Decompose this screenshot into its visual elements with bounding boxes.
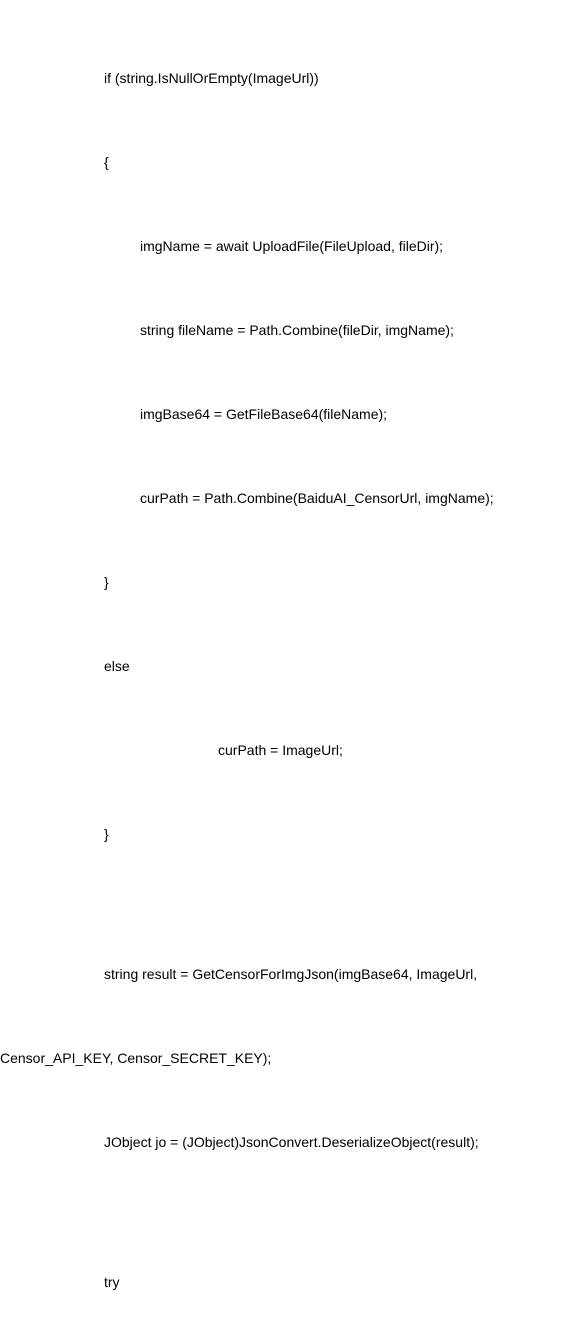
code-line: else	[0, 652, 561, 680]
code-line: try	[0, 1268, 561, 1296]
code-line: }	[0, 568, 561, 596]
code-block: if (string.IsNullOrEmpty(ImageUrl)) { im…	[0, 8, 561, 1320]
code-line: string fileName = Path.Combine(fileDir, …	[0, 316, 561, 344]
code-line: curPath = ImageUrl;	[0, 736, 561, 764]
code-line: imgBase64 = GetFileBase64(fileName);	[0, 400, 561, 428]
code-line: Censor_API_KEY, Censor_SECRET_KEY);	[0, 1044, 561, 1072]
code-line: {	[0, 148, 561, 176]
code-line: string result = GetCensorForImgJson(imgB…	[0, 960, 561, 988]
code-line: curPath = Path.Combine(BaiduAI_CensorUrl…	[0, 484, 561, 512]
code-line: imgName = await UploadFile(FileUpload, f…	[0, 232, 561, 260]
code-line: if (string.IsNullOrEmpty(ImageUrl))	[0, 64, 561, 92]
code-line: JObject jo = (JObject)JsonConvert.Deseri…	[0, 1128, 561, 1156]
code-line: }	[0, 820, 561, 848]
